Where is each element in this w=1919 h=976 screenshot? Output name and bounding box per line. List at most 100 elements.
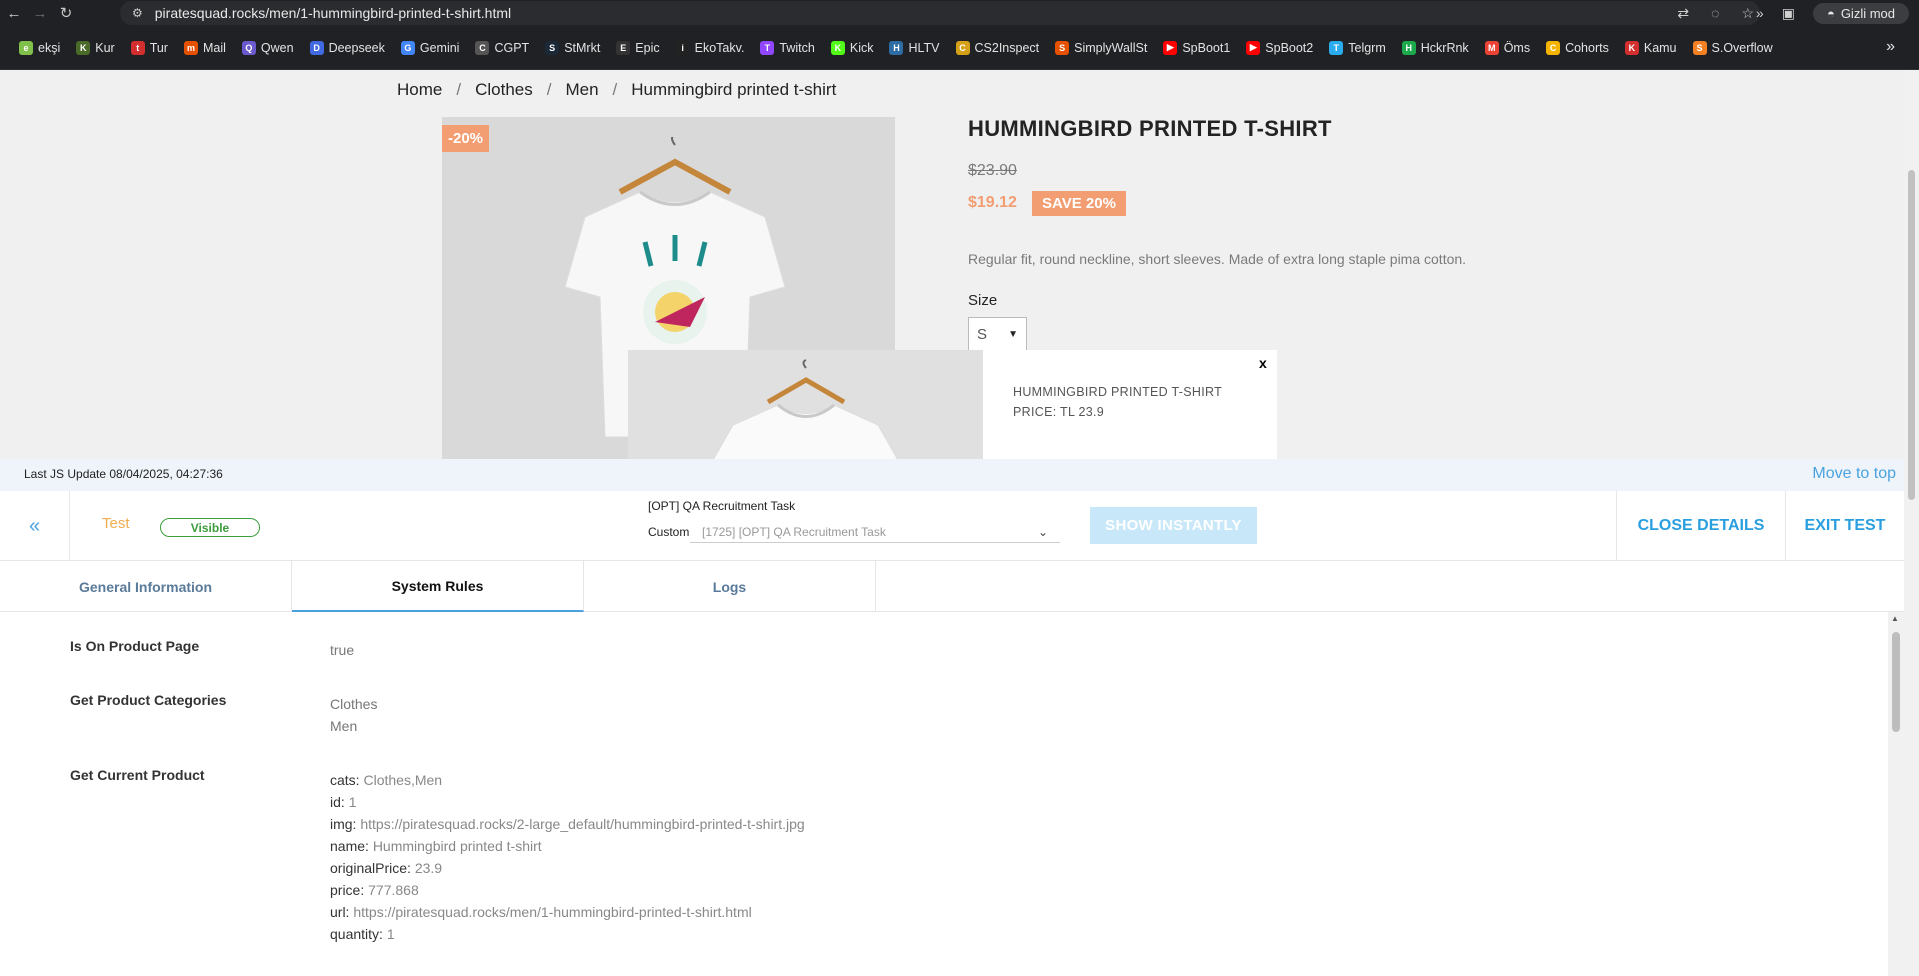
rule-value-is-on-product-page: true (330, 642, 355, 658)
rule-value-product-categories: Clothes Men (330, 693, 377, 737)
bookmark-item[interactable]: T Twitch (753, 37, 821, 59)
campaign-select[interactable]: [1725] [OPT] QA Recruitment Task ⌄ (690, 517, 1060, 543)
extensions-puzzle-icon[interactable]: ▣ (1782, 5, 1795, 22)
rule-label-product-categories: Get Product Categories (70, 692, 227, 708)
bookmark-item[interactable]: H HckrRnk (1395, 37, 1476, 59)
page-scroll-thumb[interactable] (1908, 170, 1915, 500)
bookmark-item[interactable]: T Telgrm (1322, 37, 1393, 59)
bookmarks-overflow-icon[interactable]: » (1886, 38, 1895, 56)
bookmark-item[interactable]: S StMrkt (538, 37, 607, 59)
product-field-row: cats: Clothes,Men (330, 769, 805, 791)
popup-close-button[interactable]: x (1259, 355, 1267, 371)
address-bar[interactable]: ⚙ piratesquad.rocks/men/1-hummingbird-pr… (120, 1, 1760, 25)
product-field-key: cats: (330, 772, 360, 788)
reload-icon[interactable]: ↻ (54, 1, 78, 25)
bookmark-favicon-icon: K (830, 40, 845, 55)
eye-off-icon[interactable]: ◌ (1711, 5, 1719, 21)
tab-system-rules[interactable]: System Rules (292, 561, 584, 612)
bookmark-label: Telgrm (1348, 40, 1386, 55)
bookmark-item[interactable]: K Kamu (1618, 37, 1684, 59)
bookmark-item[interactable]: S S.Overflow (1686, 37, 1780, 59)
page-scrollbar[interactable] (1904, 70, 1919, 976)
product-field-key: originalPrice: (330, 860, 411, 876)
popup-title: HUMMINGBIRD PRINTED T-SHIRT (1013, 385, 1223, 399)
bookmark-item[interactable]: M Öms (1478, 37, 1537, 59)
bookmark-label: Gemini (419, 40, 460, 55)
bookmark-item[interactable]: C CGPT (468, 37, 536, 59)
campaign-select-value: [1725] [OPT] QA Recruitment Task (702, 525, 886, 539)
product-field-row: originalPrice: 23.9 (330, 857, 805, 879)
product-field-value: 23.9 (414, 860, 443, 876)
bookmark-item[interactable]: S SimplyWallSt (1048, 37, 1154, 59)
visible-badge: Visible (160, 518, 260, 537)
rules-scrollbar[interactable]: ▲ (1888, 612, 1904, 976)
close-details-button[interactable]: CLOSE DETAILS (1616, 491, 1786, 561)
product-field-row: quantity: 1 (330, 923, 805, 945)
bookmark-item[interactable]: H HLTV (882, 37, 946, 59)
product-field-key: quantity: (330, 926, 383, 942)
bookmark-label: EkoTakv. (694, 40, 745, 55)
bookmark-label: HckrRnk (1420, 40, 1469, 55)
product-field-value: Clothes,Men (363, 772, 443, 788)
breadcrumb-clothes[interactable]: Clothes (475, 80, 533, 100)
forward-arrow-icon[interactable]: → (28, 1, 52, 25)
collapse-button[interactable]: « (0, 491, 70, 561)
product-field-value: 1 (348, 794, 357, 810)
incognito-label: Gizli mod (1840, 5, 1895, 21)
rule-label-is-on-product-page: Is On Product Page (70, 638, 200, 654)
regular-price: $23.90 (968, 162, 1017, 179)
category-item: Men (330, 718, 358, 734)
back-arrow-icon[interactable]: ← (2, 1, 26, 25)
bookmark-item[interactable]: e ekşi (12, 37, 67, 59)
extensions-arrows-icon[interactable]: » (1756, 5, 1764, 21)
bookmark-favicon-icon: i (675, 40, 690, 55)
breadcrumb: Home / Clothes / Men / Hummingbird print… (397, 80, 836, 100)
breadcrumb-home[interactable]: Home (397, 80, 442, 100)
bookmark-item[interactable]: D Deepseek (303, 37, 392, 59)
scroll-up-icon[interactable]: ▲ (1891, 614, 1899, 623)
bookmark-item[interactable]: Q Qwen (235, 37, 301, 59)
move-to-top-link[interactable]: Move to top (1812, 465, 1896, 483)
bookmark-item[interactable]: G Gemini (394, 37, 467, 59)
size-select[interactable]: S ▼ (968, 317, 1027, 351)
bookmark-label: Tur (149, 40, 168, 55)
bookmark-item[interactable]: K Kick (824, 37, 881, 59)
product-field-key: url: (330, 904, 350, 920)
bookmark-item[interactable]: C CS2Inspect (949, 37, 1047, 59)
bookmark-item[interactable]: C Cohorts (1539, 37, 1616, 59)
product-field-key: name: (330, 838, 369, 854)
site-info-icon[interactable]: ⚙ (132, 6, 143, 20)
bookmark-item[interactable]: ▶ SpBoot1 (1156, 37, 1237, 59)
tab-logs[interactable]: Logs (584, 561, 876, 612)
bookmark-item[interactable]: i EkoTakv. (669, 37, 752, 59)
incognito-badge[interactable]: ◓ Gizli mod (1812, 2, 1909, 24)
bookmark-item[interactable]: E Epic (609, 37, 666, 59)
bookmark-label: Qwen (260, 40, 294, 55)
bookmark-favicon-icon: K (1624, 40, 1639, 55)
bookmark-item[interactable]: t Tur (124, 37, 175, 59)
tab-general-information[interactable]: General Information (0, 561, 292, 612)
product-field-row: img: https://piratesquad.rocks/2-large_d… (330, 813, 805, 835)
bookmark-label: Kur (95, 40, 115, 55)
product-field-value: 1 (386, 926, 395, 942)
bookmark-favicon-icon: K (76, 40, 91, 55)
bookmark-item[interactable]: K Kur (69, 37, 121, 59)
bookmark-label: Kamu (1643, 40, 1677, 55)
bookmark-label: Kick (849, 40, 874, 55)
bookmark-favicon-icon: E (616, 40, 631, 55)
breadcrumb-men[interactable]: Men (565, 80, 598, 100)
bookmark-star-icon[interactable]: ☆ (1741, 5, 1754, 22)
bookmark-favicon-icon: G (400, 40, 415, 55)
size-label: Size (968, 292, 998, 309)
scroll-thumb[interactable] (1892, 632, 1900, 732)
bookmark-favicon-icon: ▶ (1163, 40, 1178, 55)
product-field-value: Hummingbird printed t-shirt (372, 838, 542, 854)
bookmark-item[interactable]: ▶ SpBoot2 (1239, 37, 1320, 59)
exit-test-button[interactable]: EXIT TEST (1786, 491, 1904, 561)
bookmark-favicon-icon: Q (241, 40, 256, 55)
bookmark-label: HLTV (908, 40, 940, 55)
bookmark-item[interactable]: m Mail (177, 37, 233, 59)
show-instantly-button[interactable]: SHOW INSTANTLY (1090, 507, 1257, 544)
translate-icon[interactable]: ⇄ (1677, 5, 1689, 22)
campaign-name: [OPT] QA Recruitment Task (648, 499, 796, 513)
